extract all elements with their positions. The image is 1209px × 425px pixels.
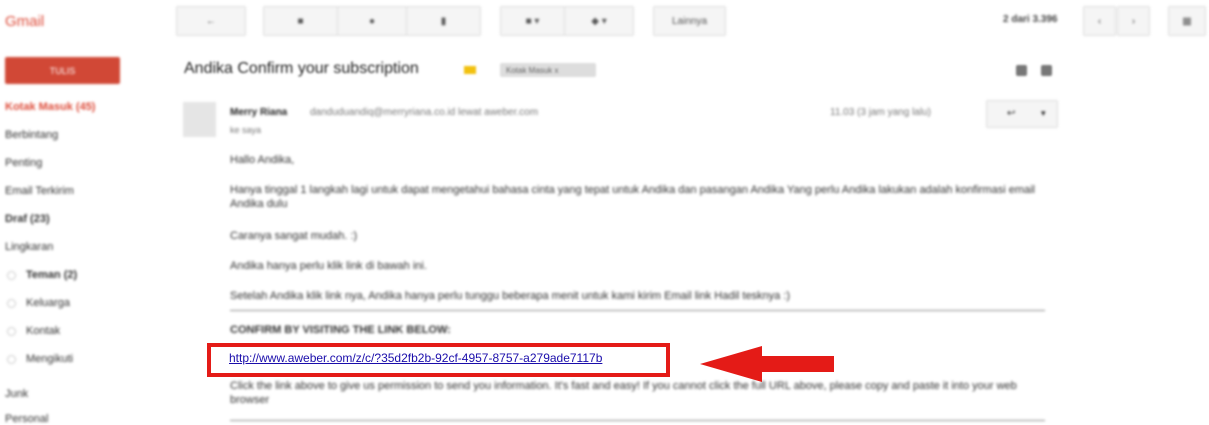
highlight-box <box>207 343 670 377</box>
print-icon[interactable] <box>1016 65 1027 76</box>
back-button[interactable]: ← <box>176 6 246 36</box>
sidebar-item-important[interactable]: Penting <box>5 157 42 169</box>
new-window-icon[interactable] <box>1041 65 1052 76</box>
body-paragraph: Setelah Andika klik link nya, Andika han… <box>230 290 791 302</box>
compose-button[interactable]: TULIS <box>5 57 120 84</box>
top-toolbar: Gmail ← ■ ● ▮ ■ ▾ ◆ ▾ Lainnya 2 dari 3.3… <box>0 0 1209 44</box>
settings-button[interactable]: ▦ <box>1168 6 1206 36</box>
sidebar-item-sent[interactable]: Email Terkirim <box>5 185 74 197</box>
body-paragraph: Click the link above to give us permissi… <box>230 380 1017 406</box>
email-subject: Andika Confirm your subscription <box>184 60 419 77</box>
reply-button[interactable]: ↩ ▾ <box>986 100 1058 128</box>
tag-icon: ◆ ▾ <box>591 15 607 27</box>
sidebar-item-starred[interactable]: Berbintang <box>5 129 58 141</box>
divider <box>230 420 1045 421</box>
pager-text: 2 dari 3.396 <box>1003 14 1058 25</box>
avatar <box>183 102 216 137</box>
archive-icon: ■ <box>297 15 304 27</box>
recipient-line[interactable]: ke saya <box>230 125 261 135</box>
more-button[interactable]: Lainnya <box>653 6 726 36</box>
message-time: 11.03 (3 jam yang lalu) <box>830 107 931 118</box>
body-paragraph: Andika hanya perlu klik link di bawah in… <box>230 260 427 272</box>
report-spam-button[interactable]: ● <box>337 6 407 36</box>
body-paragraph: Caranya sangat mudah. :) <box>230 230 358 242</box>
sidebar-item-circles[interactable]: Lingkaran <box>5 241 53 253</box>
sidebar-item-drafts[interactable]: Draf (23) <box>5 213 50 225</box>
newer-button[interactable]: ‹ <box>1083 6 1116 36</box>
delete-button[interactable]: ▮ <box>406 6 481 36</box>
circle-bullet-icon <box>7 327 16 336</box>
inbox-label-chip[interactable]: Kotak Masuk x <box>500 63 596 77</box>
grid-icon: ▦ <box>1182 15 1192 27</box>
folder-icon: ■ ▾ <box>525 15 540 27</box>
spam-icon: ● <box>368 15 376 27</box>
reply-icon: ↩ <box>1007 108 1016 119</box>
sender-name[interactable]: Merry Riana <box>230 107 287 118</box>
body-paragraph: Hanya tinggal 1 langkah lagi untuk dapat… <box>230 184 1035 210</box>
sidebar-item-contacts[interactable]: Kontak <box>26 325 60 337</box>
sender-email: danduduandiq@merryriana.co.id lewat aweb… <box>310 107 539 118</box>
chevron-down-icon: ▾ <box>1041 108 1046 118</box>
circle-bullet-icon <box>7 355 16 364</box>
red-arrow-icon <box>700 346 834 382</box>
importance-marker-icon[interactable] <box>464 66 476 74</box>
chevron-left-icon: ‹ <box>1097 15 1102 27</box>
confirm-heading: CONFIRM BY VISITING THE LINK BELOW: <box>230 324 451 336</box>
sidebar-item-following[interactable]: Mengikuti <box>26 353 73 365</box>
chevron-right-icon: › <box>1131 15 1136 27</box>
labels-button[interactable]: ◆ ▾ <box>564 6 634 36</box>
archive-button[interactable]: ■ <box>263 6 338 36</box>
divider <box>230 310 1045 311</box>
gmail-logo[interactable]: Gmail <box>5 13 44 30</box>
older-button[interactable]: › <box>1117 6 1150 36</box>
circle-bullet-icon <box>7 271 16 280</box>
back-arrow-icon: ← <box>206 15 216 27</box>
more-label: Lainnya <box>671 15 708 27</box>
sidebar-item-friends[interactable]: Teman (2) <box>26 269 77 281</box>
sidebar-item-personal[interactable]: Personal <box>5 413 48 425</box>
trash-icon: ▮ <box>440 15 447 27</box>
sidebar-item-junk[interactable]: Junk <box>5 388 28 400</box>
circle-bullet-icon <box>7 299 16 308</box>
sidebar-item-inbox[interactable]: Kotak Masuk (45) <box>5 101 95 113</box>
greeting-text: Hallo Andika, <box>230 154 295 166</box>
move-to-button[interactable]: ■ ▾ <box>500 6 565 36</box>
sidebar-item-family[interactable]: Keluarga <box>26 297 70 309</box>
